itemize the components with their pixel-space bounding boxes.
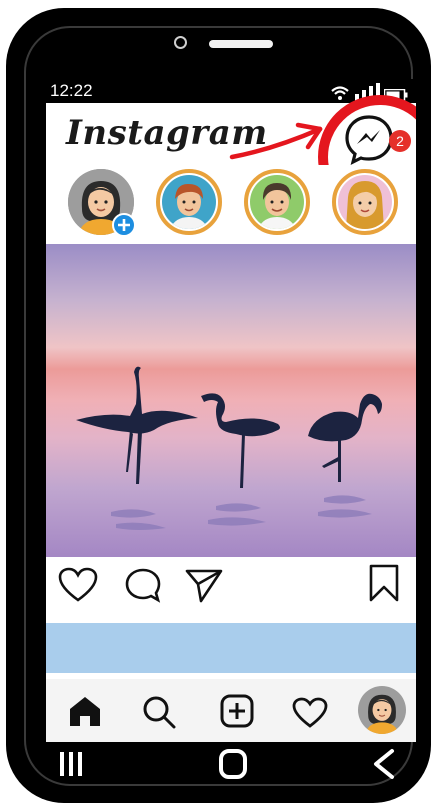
add-story-icon[interactable] (112, 213, 136, 237)
screen: 12:22 Instagram 2 (46, 79, 416, 742)
activity-icon[interactable] (292, 697, 328, 729)
phone-frame: 12:22 Instagram 2 (6, 8, 431, 803)
avatar-boy (156, 169, 222, 235)
bottom-nav (46, 679, 416, 742)
share-icon[interactable] (184, 567, 224, 603)
front-camera (174, 36, 187, 49)
profile-avatar[interactable] (358, 686, 406, 734)
search-icon[interactable] (142, 695, 176, 729)
avatar-man (244, 169, 310, 235)
post-actions-bar (46, 557, 416, 613)
avatar-girl (332, 169, 398, 235)
story-boy[interactable] (156, 169, 222, 235)
status-time: 12:22 (50, 81, 93, 100)
earpiece-speaker (209, 40, 273, 48)
story-your-story[interactable] (68, 169, 136, 237)
story-girl[interactable] (332, 169, 398, 235)
home-circle-icon[interactable] (218, 748, 248, 780)
flamingo-silhouettes (76, 366, 382, 530)
stories-row (46, 165, 416, 241)
recent-apps-icon[interactable] (58, 750, 84, 778)
back-icon[interactable] (370, 748, 396, 780)
red-arrow-annotation (229, 122, 323, 160)
home-icon[interactable] (68, 695, 102, 727)
bookmark-icon[interactable] (368, 563, 400, 603)
wifi-icon (331, 86, 349, 100)
heart-icon[interactable] (58, 567, 98, 603)
next-post-preview[interactable] (46, 623, 416, 673)
comment-icon[interactable] (124, 567, 162, 603)
app-header: Instagram 2 (46, 95, 416, 219)
add-post-icon[interactable] (220, 694, 254, 728)
system-nav (6, 742, 431, 802)
post-image[interactable] (46, 244, 416, 557)
story-man[interactable] (244, 169, 310, 235)
